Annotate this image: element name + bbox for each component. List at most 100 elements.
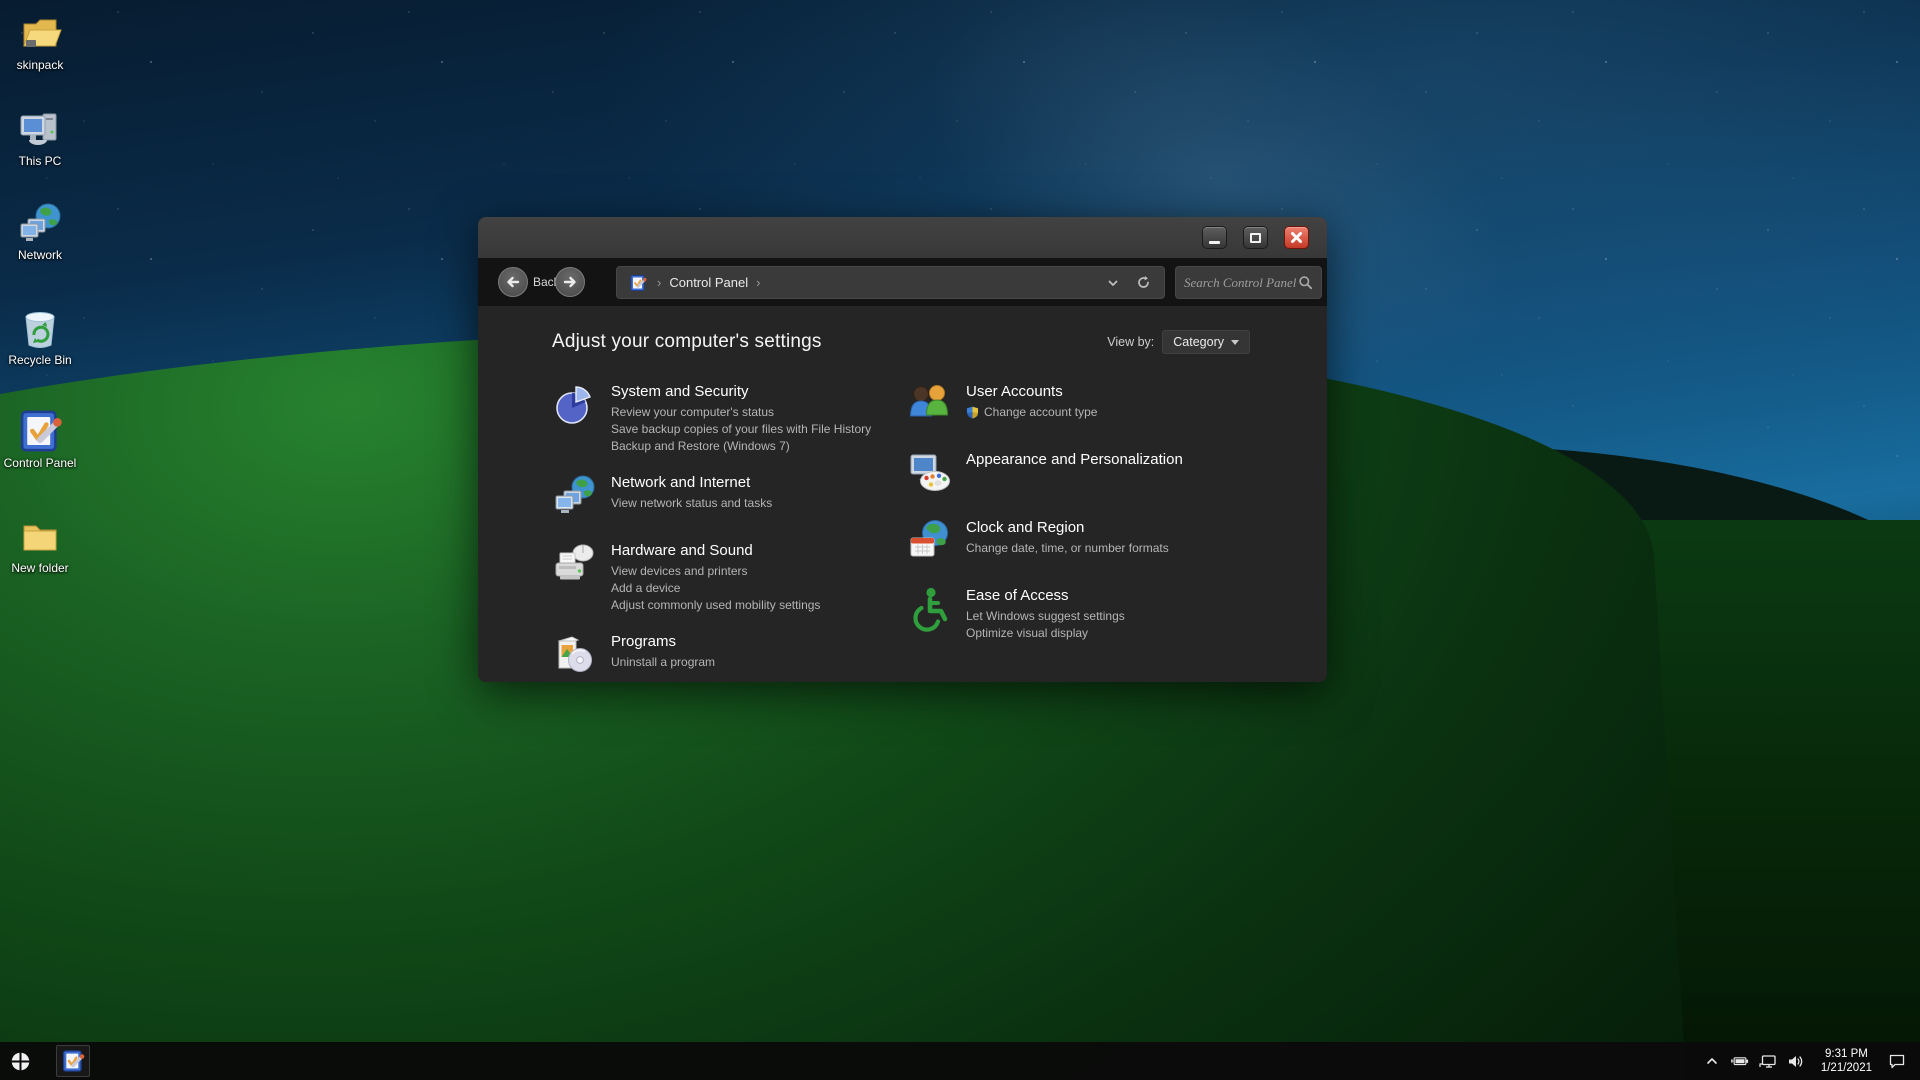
- categories-right-column: User Accounts Change account type: [907, 382, 1250, 700]
- control-panel-icon: [61, 1049, 85, 1073]
- recycle-bin-icon: [17, 305, 63, 351]
- taskbar: 9:31 PM 1/21/2021: [0, 1042, 1920, 1080]
- network-icon: [17, 200, 63, 246]
- breadcrumb-separator: ›: [657, 275, 661, 290]
- programs-icon: [552, 632, 598, 678]
- category-link[interactable]: Review your computer's status: [611, 404, 871, 421]
- category-title[interactable]: Hardware and Sound: [611, 542, 820, 559]
- start-icon: [11, 1052, 30, 1071]
- battery-icon[interactable]: [1731, 1053, 1749, 1069]
- search-input[interactable]: [1184, 275, 1298, 291]
- maximize-icon: [1250, 233, 1261, 243]
- desktop-icon-skinpack[interactable]: skinpack: [2, 10, 78, 72]
- category-link[interactable]: Change account type: [966, 404, 1097, 421]
- category-appearance-and-personalization: Appearance and Personalization: [907, 450, 1250, 500]
- breadcrumb-separator: ›: [756, 275, 760, 290]
- control-panel-icon: [627, 272, 649, 294]
- hardware-sound-icon: [552, 541, 598, 587]
- folder-open-icon: [17, 10, 63, 56]
- category-link[interactable]: Change date, time, or number formats: [966, 540, 1169, 557]
- category-hardware-and-sound: Hardware and Sound View devices and prin…: [552, 541, 907, 614]
- close-icon: [1290, 231, 1303, 244]
- category-system-and-security: System and Security Review your computer…: [552, 382, 907, 455]
- appearance-icon: [907, 450, 953, 496]
- chevron-down-icon[interactable]: [1102, 272, 1124, 294]
- category-link[interactable]: View network status and tasks: [611, 495, 772, 512]
- clock-date: 1/21/2021: [1821, 1061, 1872, 1075]
- page-title: Adjust your computer's settings: [552, 331, 822, 353]
- desktop-icon-label: Control Panel: [4, 456, 77, 470]
- desktop-icon-label: Network: [18, 248, 62, 262]
- forward-button[interactable]: [555, 267, 585, 297]
- network-internet-icon: [552, 473, 598, 519]
- category-title[interactable]: Clock and Region: [966, 519, 1169, 536]
- volume-icon[interactable]: [1787, 1053, 1805, 1069]
- category-link-label: Change account type: [984, 404, 1097, 421]
- desktop-icon-network[interactable]: Network: [2, 200, 78, 262]
- category-user-accounts: User Accounts Change account type: [907, 382, 1250, 432]
- category-network-and-internet: Network and Internet View network status…: [552, 473, 907, 523]
- category-title[interactable]: User Accounts: [966, 383, 1097, 400]
- system-security-icon: [552, 382, 598, 428]
- close-button[interactable]: [1284, 226, 1309, 249]
- taskbar-app-control-panel[interactable]: [56, 1045, 90, 1077]
- desktop-icon-column: skinpack This PC: [2, 0, 78, 1080]
- category-link[interactable]: Save backup copies of your files with Fi…: [611, 421, 871, 438]
- chevron-down-icon: [1231, 340, 1239, 345]
- category-title[interactable]: System and Security: [611, 383, 871, 400]
- folder-icon: [17, 513, 63, 559]
- category-link[interactable]: View devices and printers: [611, 563, 820, 580]
- categories-left-column: System and Security Review your computer…: [552, 382, 907, 700]
- desktop-icon-label: Recycle Bin: [8, 353, 71, 367]
- category-ease-of-access: Ease of Access Let Windows suggest setti…: [907, 586, 1250, 642]
- category-link[interactable]: Let Windows suggest settings: [966, 608, 1125, 625]
- taskbar-clock[interactable]: 9:31 PM 1/21/2021: [1815, 1047, 1878, 1075]
- minimize-icon: [1209, 241, 1220, 244]
- network-tray-icon[interactable]: [1759, 1053, 1777, 1069]
- system-tray: 9:31 PM 1/21/2021: [1703, 1047, 1920, 1075]
- chevron-up-icon[interactable]: [1703, 1053, 1721, 1069]
- view-by-dropdown[interactable]: Category: [1162, 330, 1250, 354]
- category-clock-and-region: Clock and Region Change date, time, or n…: [907, 518, 1250, 568]
- category-link[interactable]: Uninstall a program: [611, 654, 715, 671]
- desktop-icon-label: This PC: [19, 154, 62, 168]
- category-title[interactable]: Ease of Access: [966, 587, 1125, 604]
- window-titlebar[interactable]: [478, 217, 1327, 258]
- maximize-button[interactable]: [1243, 226, 1268, 249]
- computer-icon: [17, 106, 63, 152]
- navigation-bar: Back › Control Panel ›: [478, 258, 1327, 306]
- control-panel-content: Adjust your computer's settings View by:…: [478, 306, 1327, 682]
- category-link[interactable]: Optimize visual display: [966, 625, 1125, 642]
- back-button[interactable]: [498, 267, 528, 297]
- uac-shield-icon: [966, 406, 979, 419]
- category-link[interactable]: Adjust commonly used mobility settings: [611, 597, 820, 614]
- breadcrumb-control-panel[interactable]: Control Panel: [669, 275, 748, 290]
- desktop-icon-this-pc[interactable]: This PC: [2, 106, 78, 168]
- minimize-button[interactable]: [1202, 226, 1227, 249]
- view-by-label: View by:: [1107, 335, 1154, 349]
- ease-of-access-icon: [907, 586, 953, 632]
- action-center-icon[interactable]: [1888, 1053, 1906, 1069]
- category-title[interactable]: Programs: [611, 633, 715, 650]
- desktop: skinpack This PC: [0, 0, 1920, 1080]
- clock-time: 9:31 PM: [1821, 1047, 1872, 1061]
- desktop-icon-new-folder[interactable]: New folder: [2, 513, 78, 575]
- desktop-icon-recycle-bin[interactable]: Recycle Bin: [2, 305, 78, 367]
- category-link[interactable]: Add a device: [611, 580, 820, 597]
- category-title[interactable]: Appearance and Personalization: [966, 451, 1183, 468]
- address-bar[interactable]: › Control Panel ›: [616, 266, 1165, 299]
- category-programs: Programs Uninstall a program: [552, 632, 907, 682]
- desktop-icon-control-panel[interactable]: Control Panel: [2, 408, 78, 470]
- magnifier-icon[interactable]: [1298, 275, 1313, 290]
- category-link[interactable]: Backup and Restore (Windows 7): [611, 438, 871, 455]
- control-panel-window: Back › Control Panel ›: [478, 217, 1327, 682]
- desktop-icon-label: skinpack: [17, 58, 64, 72]
- start-button[interactable]: [0, 1042, 40, 1080]
- arrow-right-icon: [562, 274, 578, 290]
- user-accounts-icon: [907, 382, 953, 428]
- clock-region-icon: [907, 518, 953, 564]
- category-title[interactable]: Network and Internet: [611, 474, 772, 491]
- view-by-value: Category: [1173, 335, 1224, 349]
- refresh-icon[interactable]: [1132, 272, 1154, 294]
- window-controls: [1202, 226, 1309, 249]
